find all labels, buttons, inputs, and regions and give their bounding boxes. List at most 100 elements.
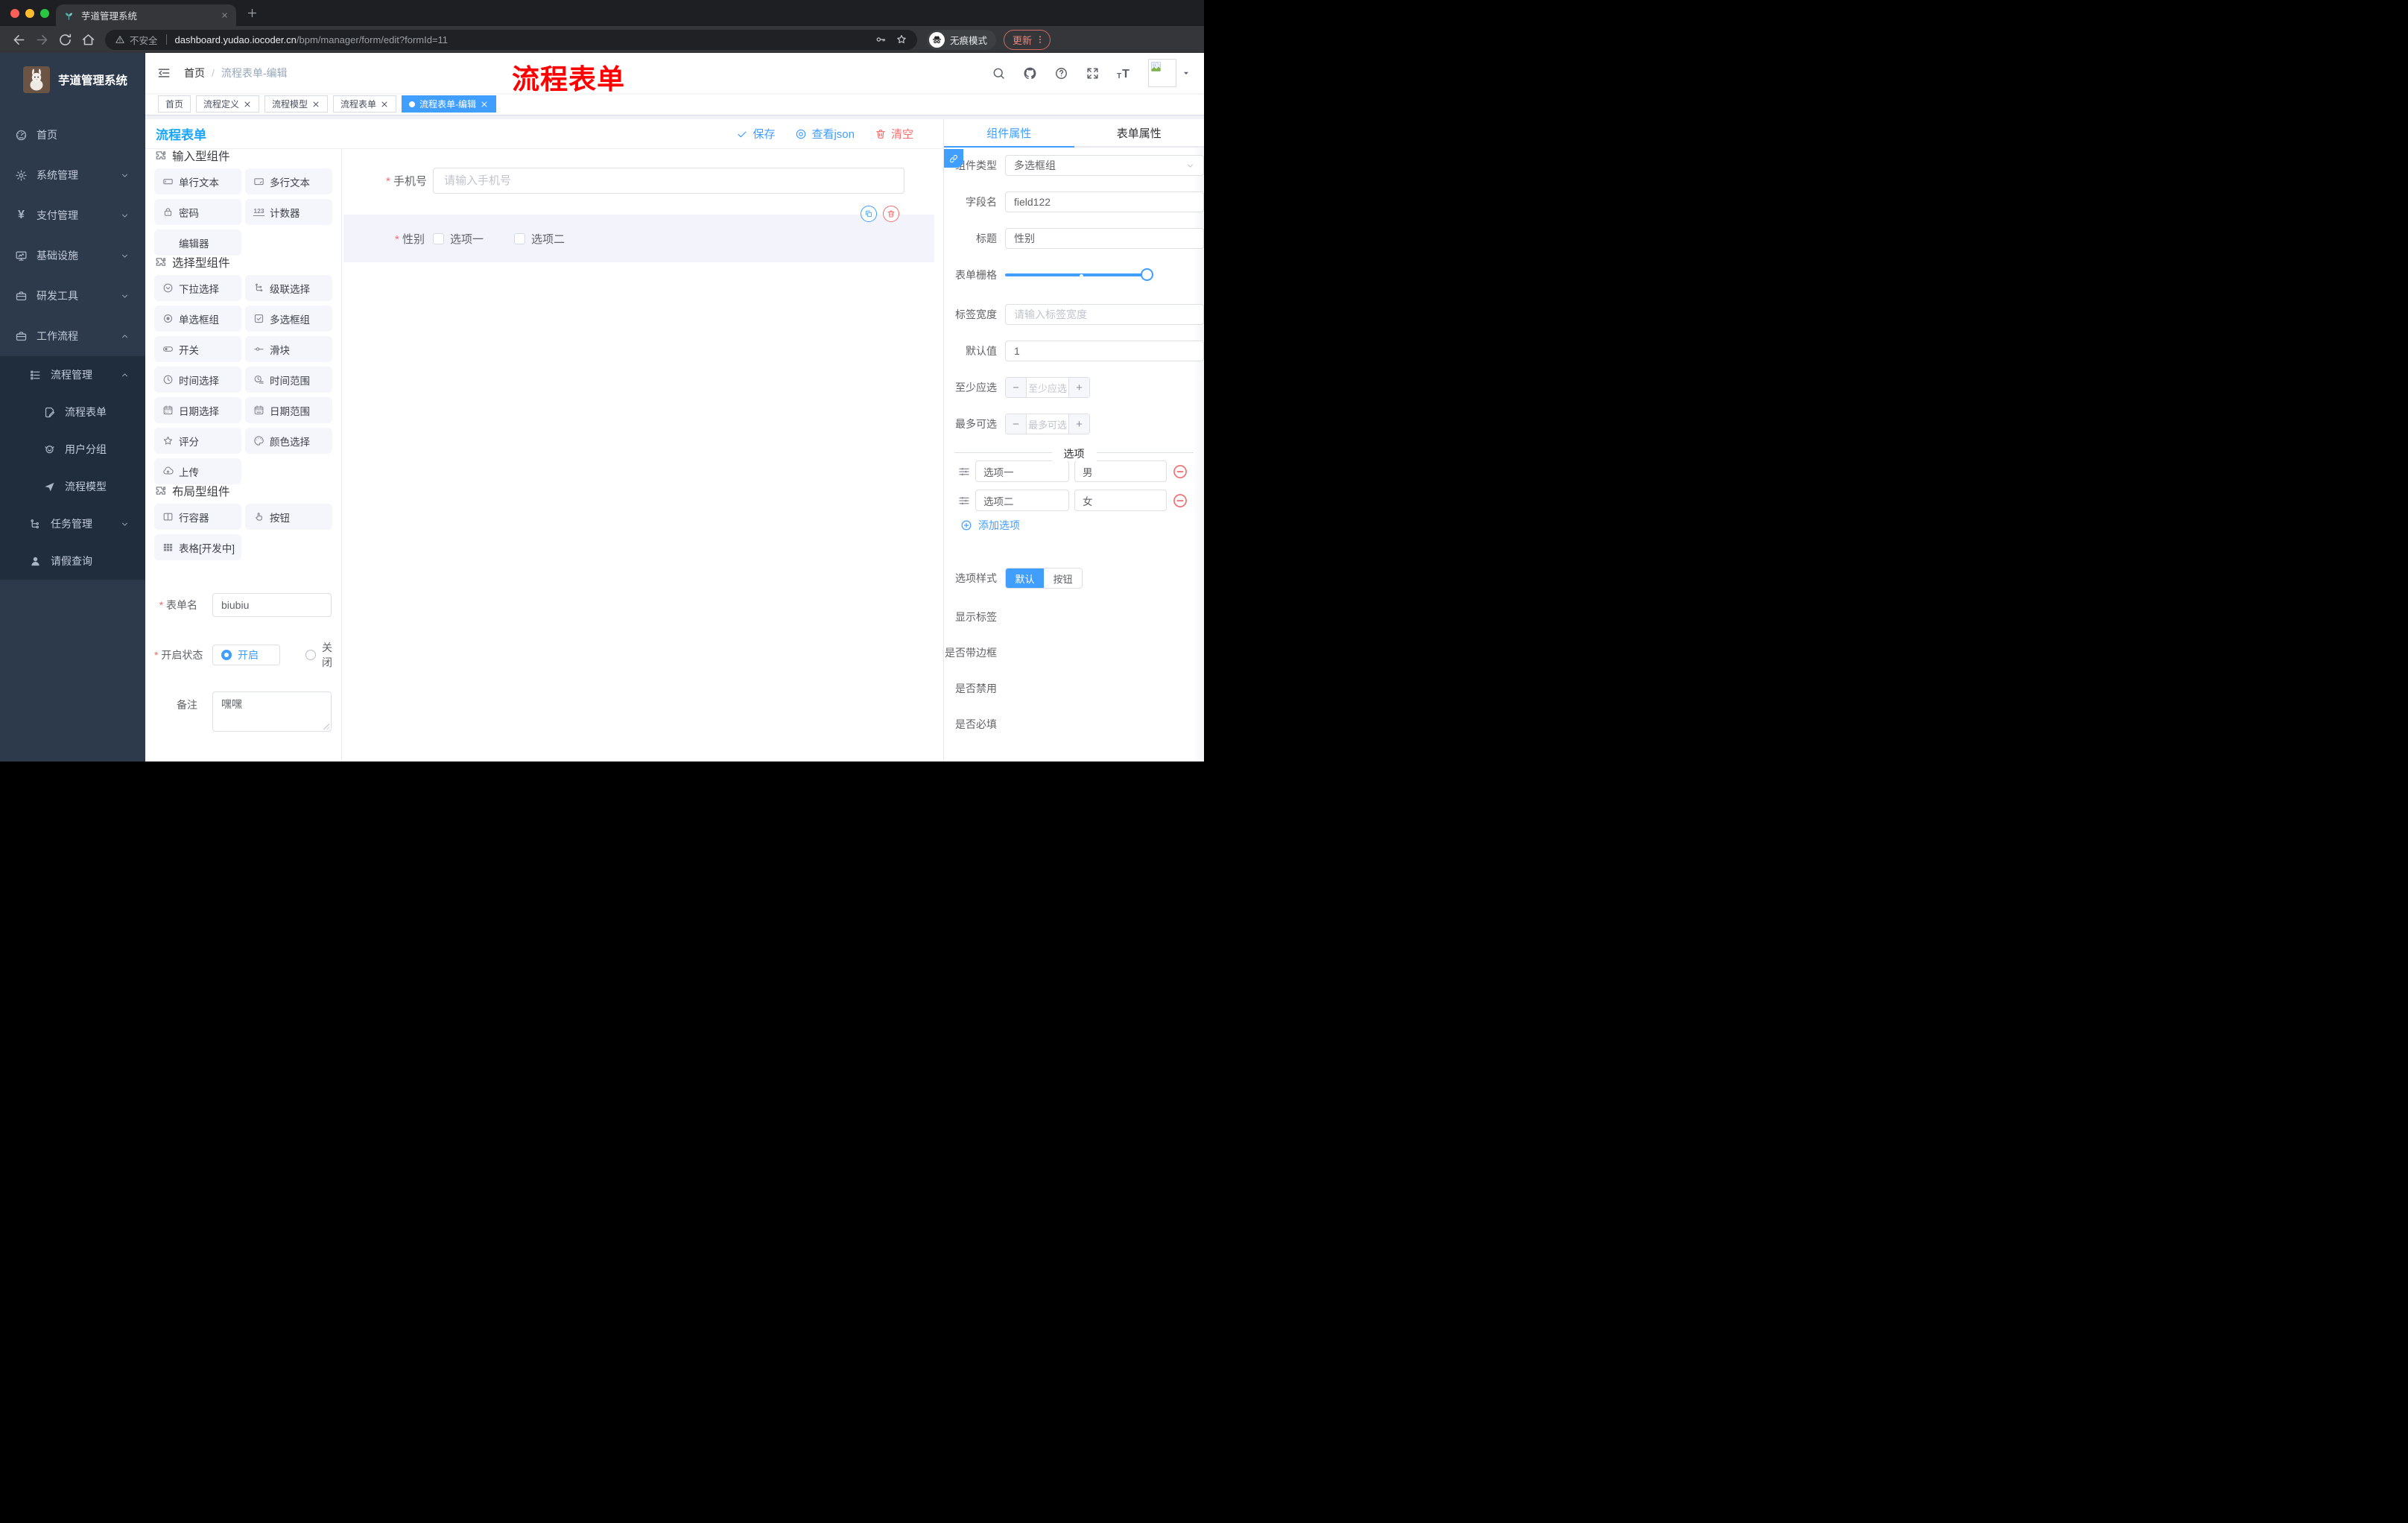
palette-item[interactable]: 下拉选择 [154,275,241,301]
sidebar-item[interactable]: 工作流程 [0,316,145,356]
palette-item[interactable]: 行容器 [154,504,241,530]
min-select-input[interactable]: 至少应选 [1027,378,1068,397]
hamburger-icon[interactable] [156,66,171,80]
address-bar[interactable]: 不安全 dashboard.yudao.iocoder.cn/bpm/manag… [105,29,917,50]
checkbox[interactable] [514,232,526,244]
slider-track[interactable] [1005,273,1144,276]
clear-button[interactable]: 清空 [875,126,913,142]
fullscreen-icon[interactable] [1086,66,1100,80]
gender-checkbox-option[interactable]: 选项一 [433,231,484,247]
form-remark-textarea[interactable]: 嘿嘿 [212,691,332,732]
tag-close-icon[interactable] [243,100,252,109]
help-icon[interactable] [1054,66,1068,80]
chevron-down-icon[interactable] [1182,69,1191,77]
tab-form-props[interactable]: 表单属性 [1074,119,1205,146]
palette-item[interactable]: 编辑器 [154,229,241,256]
reload-icon[interactable] [57,32,73,48]
stepper-decrease-button[interactable]: − [1006,414,1027,434]
stepper-increase-button[interactable]: + [1068,378,1089,397]
close-tab-icon[interactable] [221,11,229,19]
phone-field-row[interactable]: 手机号 [342,168,943,194]
stepper-decrease-button[interactable]: − [1006,378,1027,397]
home-icon[interactable] [80,32,96,48]
tab-component-props[interactable]: 组件属性 [944,119,1074,146]
style-button-button[interactable]: 按钮 [1044,569,1082,588]
back-icon[interactable] [11,32,27,48]
link-field-tag[interactable] [944,149,963,168]
breadcrumb-home[interactable]: 首页 [184,66,205,80]
sidebar-item[interactable]: ¥ 支付管理 [0,195,145,235]
close-window-button[interactable] [10,9,19,18]
palette-item[interactable]: 单选框组 [154,305,241,332]
drag-handle-icon[interactable] [957,494,971,507]
browser-tab[interactable]: 芋道管理系统 [56,4,236,26]
default-value-input[interactable]: 1 [1005,341,1204,361]
sidebar-item[interactable]: 首页 [0,115,145,155]
bookmark-star-icon[interactable] [896,34,907,45]
option-label-input[interactable]: 选项一 [975,460,1069,482]
save-button[interactable]: 保存 [736,126,775,142]
tag-item[interactable]: 流程定义 [196,95,260,113]
search-icon[interactable] [992,66,1006,80]
remove-option-button[interactable] [1172,493,1188,509]
sidebar-item[interactable]: 研发工具 [0,276,145,316]
sidebar-item[interactable]: 流程表单 [0,393,145,431]
palette-item[interactable]: 日期范围 [245,397,332,423]
palette-item[interactable]: 开关 [154,336,241,362]
status-radio-on[interactable]: 开启 [212,645,280,665]
max-select-input[interactable]: 最多可选 [1027,414,1068,434]
option-value-input[interactable]: 女 [1074,490,1167,511]
sidebar-item[interactable]: 系统管理 [0,155,145,195]
sidebar-item[interactable]: 任务管理 [0,505,145,542]
update-chrome-button[interactable]: 更新 [1004,29,1051,50]
palette-item[interactable]: 滑块 [245,336,332,362]
palette-item[interactable]: 日期选择 [154,397,241,423]
tag-item[interactable]: 流程模型 [264,95,329,113]
forward-icon[interactable] [34,32,50,48]
sidebar-item[interactable]: 用户分组 [0,431,145,468]
slider-handle[interactable] [1141,268,1153,281]
delete-widget-button[interactable] [883,206,899,222]
palette-item[interactable]: 123 计数器 [245,199,332,225]
checkbox[interactable] [433,232,444,244]
drag-handle-icon[interactable] [957,465,971,478]
minimize-window-button[interactable] [25,9,34,18]
field-name-input[interactable]: field122 [1005,191,1204,212]
gender-checkbox-option[interactable]: 选项二 [514,231,565,247]
github-icon[interactable] [1023,66,1037,80]
tag-item[interactable]: 流程表单-编辑 [402,95,497,113]
kebab-menu-icon[interactable] [1035,34,1045,45]
palette-item[interactable]: 时间范围 [245,367,332,393]
status-radio-off[interactable]: 关闭 [305,640,332,670]
option-value-input[interactable]: 男 [1074,460,1167,482]
palette-item[interactable]: 按钮 [245,504,332,530]
palette-item[interactable]: 颜色选择 [245,428,332,454]
style-default-button[interactable]: 默认 [1006,569,1044,588]
palette-item[interactable]: 评分 [154,428,241,454]
selected-widget-panel[interactable]: 性别 选项一 选项二 [343,206,934,262]
add-option-button[interactable]: 添加选项 [960,518,1204,533]
palette-item[interactable]: 多行文本 [245,168,332,194]
sidebar-item[interactable]: 流程模型 [0,468,145,505]
new-tab-button[interactable] [246,7,259,19]
palette-item[interactable]: 密码 [154,199,241,225]
palette-item[interactable]: 上传 [154,458,241,484]
tag-close-icon[interactable] [480,100,489,109]
remove-option-button[interactable] [1172,463,1188,480]
palette-item[interactable]: 表格[开发中] [154,534,241,560]
warning-icon[interactable] [115,34,125,45]
phone-field-input[interactable] [433,168,904,194]
palette-item[interactable]: 单行文本 [154,168,241,194]
tag-item[interactable]: 流程表单 [333,95,397,113]
option-label-input[interactable]: 选项二 [975,490,1069,511]
sidebar-item[interactable]: 流程管理 [0,356,145,393]
title-input[interactable]: 性别 [1005,228,1204,249]
palette-item[interactable]: 级联选择 [245,275,332,301]
tag-item[interactable]: 首页 [158,95,191,113]
component-type-select[interactable]: 多选框组 [1005,155,1204,176]
font-size-icon[interactable]: TT [1117,66,1131,80]
palette-item[interactable]: 时间选择 [154,367,241,393]
tag-close-icon[interactable] [311,100,320,109]
label-width-input[interactable]: 请输入标签宽度 [1005,304,1204,325]
form-name-input[interactable]: biubiu [212,593,332,617]
